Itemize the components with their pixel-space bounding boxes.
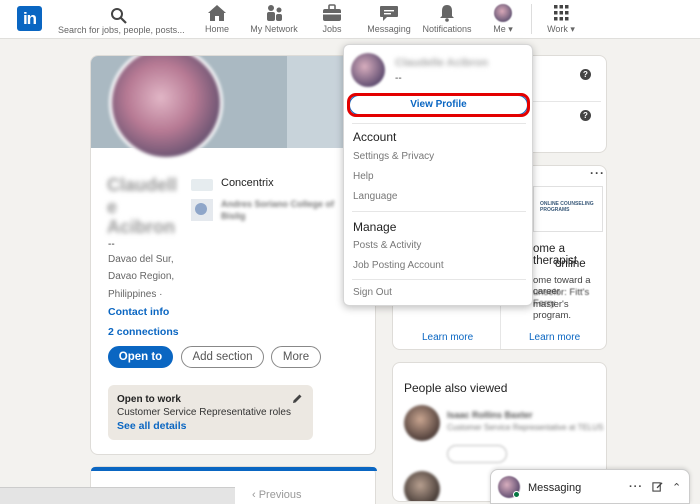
location-line3: Philippines · [108, 289, 163, 300]
nav-me-label: Me ▾ [493, 24, 513, 34]
profile-name-line1: Claudell [107, 175, 178, 195]
ad-body-line3: master's program. [533, 299, 572, 321]
nav-divider [531, 4, 532, 34]
messaging-label[interactable]: Messaging [528, 482, 581, 494]
profile-card: Claudell e Acibron -- Davao del Sur, Dav… [90, 55, 376, 455]
profile-name-line3: Acibron [107, 217, 176, 237]
help-icon[interactable]: ? [580, 110, 591, 121]
nav-home[interactable]: Home [204, 4, 230, 36]
open-to-work-title: Open to work [117, 394, 181, 405]
person-name[interactable]: Isaac Rollins Baxter [447, 410, 533, 420]
location-line1: Davao del Sur, [108, 254, 174, 265]
people-also-viewed-heading: People also viewed [404, 381, 508, 395]
nav-me[interactable]: Me ▾ [489, 4, 517, 36]
home-icon [208, 5, 226, 21]
account-heading: Account [353, 130, 397, 144]
person-avatar[interactable] [404, 405, 440, 441]
chevron-down-icon: ▾ [567, 24, 575, 34]
learn-more-link[interactable]: Learn more [529, 332, 580, 343]
activity-card-accent [91, 467, 377, 471]
ad-divider [500, 306, 501, 349]
school-logo[interactable] [191, 199, 213, 221]
me-dropdown-menu: Claudelle Acibron -- View Profile Accoun… [343, 44, 533, 306]
nav-work-label: Work ▾ [547, 24, 575, 34]
chat-icon [380, 6, 398, 21]
school-name-line2[interactable]: Bislig [221, 211, 246, 221]
people-icon [267, 5, 282, 21]
school-name-line1[interactable]: Andres Soriano College of [221, 199, 334, 209]
messaging-bar[interactable]: Messaging ··· ⌃ [490, 469, 690, 504]
connect-button[interactable] [447, 445, 507, 463]
nav-notifications-label: Notifications [422, 24, 472, 34]
ad-headline-line2[interactable]: online [555, 258, 586, 270]
profile-headline: -- [108, 239, 115, 250]
chevron-down-icon: ▾ [505, 24, 513, 34]
nav-jobs-label: Jobs [322, 24, 342, 34]
open-to-work-roles: Customer Service Representative roles [117, 407, 291, 418]
more-options-icon[interactable]: ··· [629, 481, 643, 493]
company-name[interactable]: Concentrix [221, 177, 274, 189]
learn-more-link[interactable]: Learn more [422, 332, 473, 343]
menu-separator [352, 211, 526, 212]
bell-icon [440, 5, 454, 22]
nav-my-network[interactable]: My Network [249, 4, 299, 36]
nav-work[interactable]: Work ▾ [544, 4, 578, 36]
manage-heading: Manage [353, 220, 397, 234]
nav-notifications[interactable]: Notifications [421, 4, 473, 36]
chevron-up-icon[interactable]: ⌃ [672, 481, 681, 494]
dropdown-headline: -- [395, 73, 402, 84]
menu-separator [352, 279, 526, 280]
compose-icon[interactable] [652, 481, 663, 492]
pencil-icon[interactable] [291, 393, 303, 405]
menu-item-job-posting-account[interactable]: Job Posting Account [353, 260, 444, 271]
connections-link[interactable]: 2 connections [108, 326, 179, 338]
search-icon[interactable] [110, 7, 128, 25]
profile-name-line2: e [107, 197, 118, 217]
add-section-button[interactable]: Add section [181, 346, 264, 368]
menu-item-settings-privacy[interactable]: Settings & Privacy [353, 151, 434, 162]
ad-logo-text: ONLINE COUNSELING PROGRAMS [540, 201, 594, 213]
ad-logo[interactable]: ONLINE COUNSELING PROGRAMS [533, 186, 603, 232]
highlight-annotation [347, 93, 530, 117]
search-input[interactable]: Search for jobs, people, posts... [58, 25, 185, 35]
help-icon[interactable]: ? [580, 69, 591, 80]
person-title: Customer Service Representative at TELUS [447, 423, 604, 432]
nav-my-network-label: My Network [250, 24, 298, 34]
school-logo-mark [195, 203, 207, 215]
menu-separator [352, 123, 526, 124]
browser-status-bar [0, 487, 235, 504]
overflow-menu-icon[interactable]: ··· [590, 166, 605, 180]
location-line2: Davao Region, [108, 271, 175, 282]
nav-messaging-label: Messaging [367, 24, 411, 34]
nav-home-label: Home [204, 24, 229, 34]
menu-item-help[interactable]: Help [353, 171, 374, 182]
menu-item-language[interactable]: Language [353, 191, 398, 202]
online-status-dot [513, 491, 520, 498]
search-box[interactable]: Search for jobs, people, posts... [58, 5, 185, 35]
menu-item-sign-out[interactable]: Sign Out [353, 287, 392, 298]
briefcase-icon [323, 4, 341, 21]
top-nav: in Search for jobs, people, posts... Hom… [0, 0, 700, 39]
company-logo[interactable] [191, 179, 213, 191]
dropdown-avatar[interactable] [351, 53, 385, 87]
see-all-details-link[interactable]: See all details [117, 420, 186, 432]
nav-jobs[interactable]: Jobs [319, 4, 345, 36]
more-button[interactable]: More [271, 346, 321, 368]
person-avatar[interactable] [404, 471, 440, 501]
nav-messaging[interactable]: Messaging [367, 4, 411, 36]
linkedin-logo[interactable]: in [17, 6, 42, 31]
open-to-button[interactable]: Open to [108, 346, 173, 368]
grid-icon [554, 5, 569, 21]
previous-link[interactable]: ‹ Previous [252, 489, 302, 501]
contact-info-link[interactable]: Contact info [108, 306, 169, 318]
menu-item-posts-activity[interactable]: Posts & Activity [353, 240, 421, 251]
me-avatar[interactable] [494, 4, 512, 22]
dropdown-user-name[interactable]: Claudelle Acibron [395, 57, 488, 69]
open-to-work-box[interactable]: Open to work Customer Service Representa… [108, 385, 313, 440]
